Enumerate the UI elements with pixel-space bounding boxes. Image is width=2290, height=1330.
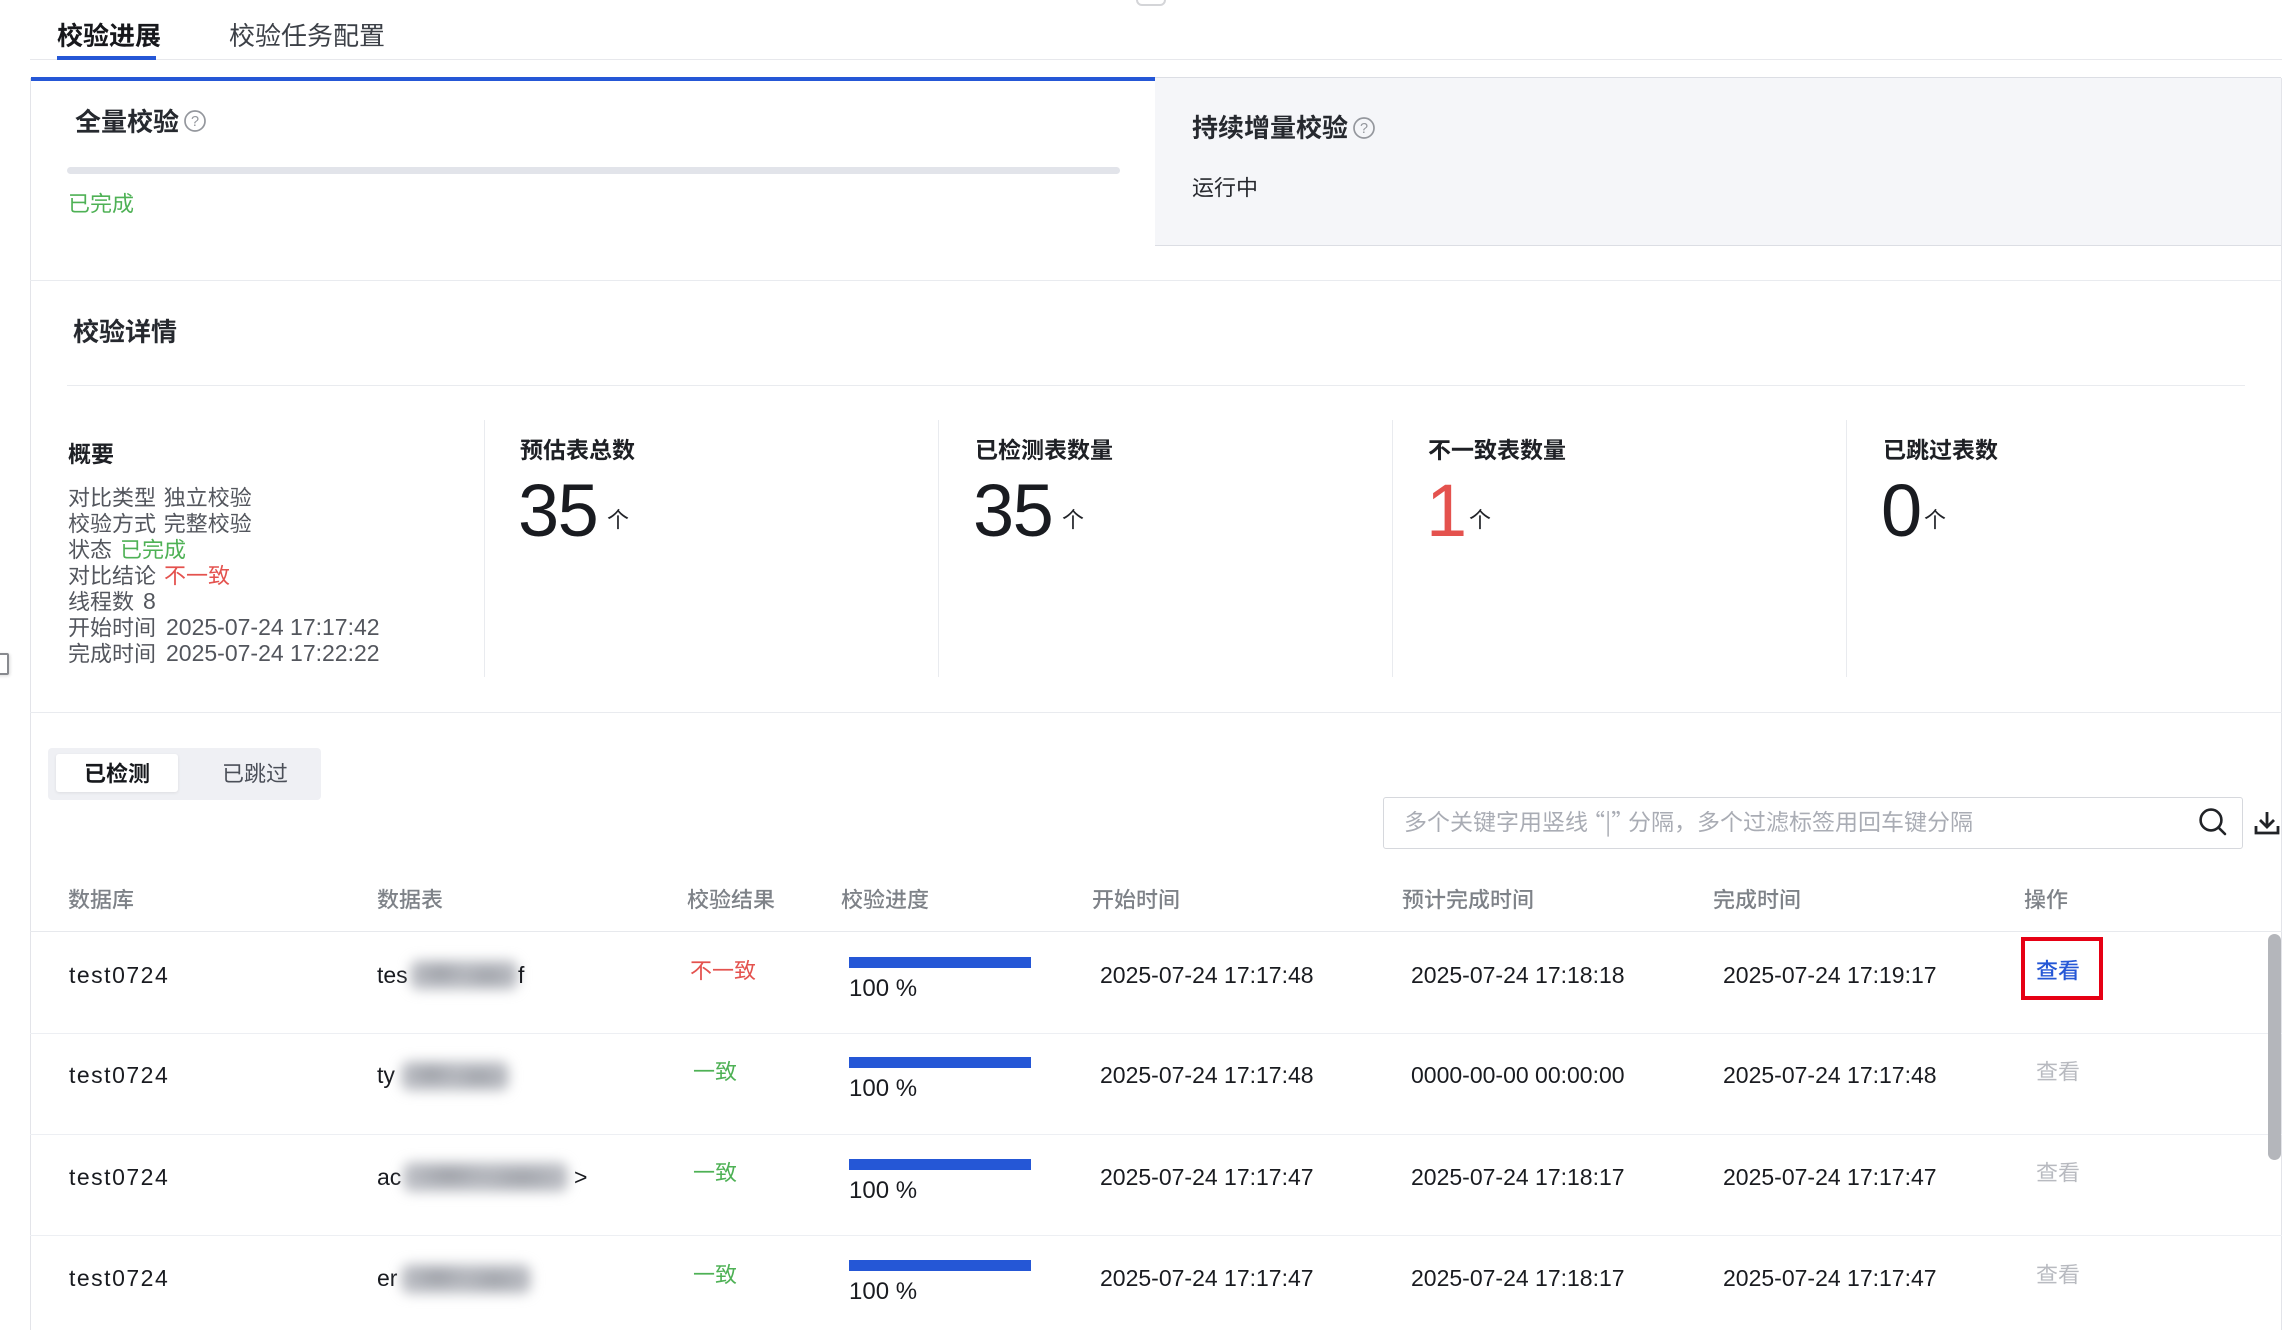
svg-text:?: ? bbox=[191, 114, 199, 130]
svg-text:?: ? bbox=[1360, 121, 1368, 137]
